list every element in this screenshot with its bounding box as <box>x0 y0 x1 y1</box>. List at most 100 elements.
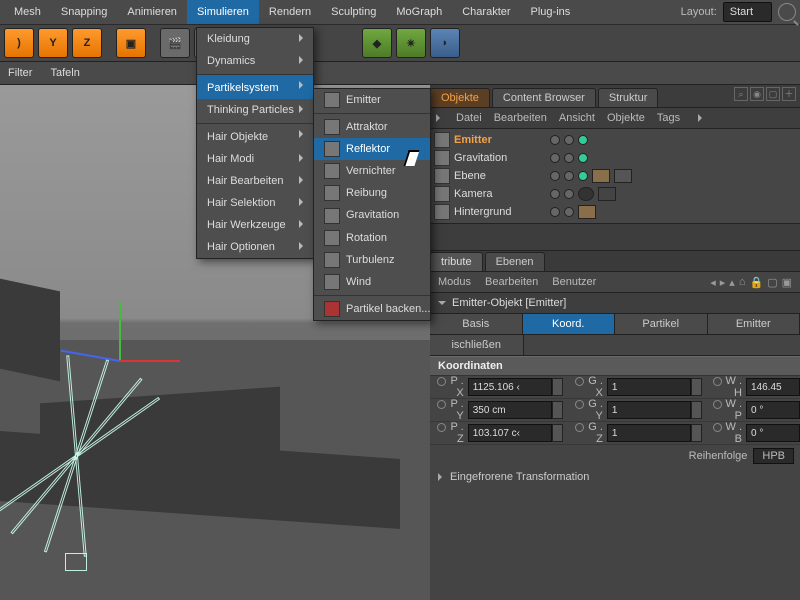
menu-item-thinking-particles[interactable]: Thinking Particles <box>197 99 313 121</box>
attr-menu-modus[interactable]: Modus <box>438 276 471 288</box>
render-dot[interactable] <box>564 135 574 145</box>
maximize-icon[interactable]: ▢ <box>766 87 780 101</box>
object-row-hintergrund[interactable]: Hintergrund <box>434 203 796 221</box>
chevron-right-icon[interactable] <box>692 112 706 124</box>
input-py[interactable] <box>468 401 552 419</box>
om-menu-bearbeiten[interactable]: Bearbeiten <box>494 112 547 124</box>
axis-z-button[interactable]: Z <box>72 28 102 58</box>
visibility-dot[interactable] <box>550 135 560 145</box>
spinner-icon[interactable] <box>552 378 563 396</box>
menu-item-kleidung[interactable]: Kleidung <box>197 28 313 50</box>
render-dot[interactable] <box>564 171 574 181</box>
menu-charakter[interactable]: Charakter <box>452 0 520 24</box>
submenu-wind[interactable]: Wind <box>314 271 430 293</box>
spinner-icon[interactable] <box>691 378 702 396</box>
menu-item-hair-selektion[interactable]: Hair Selektion <box>197 192 313 214</box>
btab-koord[interactable]: Koord. <box>523 314 616 334</box>
tab-ebenen[interactable]: Ebenen <box>485 252 545 271</box>
home-icon[interactable]: ⌂ <box>739 276 746 289</box>
object-row-kamera[interactable]: Kamera <box>434 185 796 203</box>
menu-plugins[interactable]: Plug-ins <box>521 0 581 24</box>
nav-fwd-icon[interactable]: ▸ <box>720 276 726 289</box>
menu-sculpting[interactable]: Sculpting <box>321 0 386 24</box>
enable-dot[interactable] <box>578 135 588 145</box>
submenu-gravitation[interactable]: Gravitation <box>314 204 430 226</box>
menu-simulieren[interactable]: Simulieren <box>187 0 259 24</box>
search-icon[interactable]: ⌕ <box>734 87 748 101</box>
enable-dot[interactable] <box>578 171 588 181</box>
object-name[interactable]: Ebene <box>454 170 546 182</box>
input-gx[interactable] <box>607 378 691 396</box>
btab-basis[interactable]: Basis <box>430 314 523 334</box>
axis-x-button[interactable]: ) <box>4 28 34 58</box>
submenu-turbulenz[interactable]: Turbulenz <box>314 249 430 271</box>
menu-snapping[interactable]: Snapping <box>51 0 118 24</box>
om-menu-objekte[interactable]: Objekte <box>607 112 645 124</box>
nav-up-icon[interactable]: ▴ <box>729 276 735 289</box>
input-gy[interactable] <box>607 401 691 419</box>
protection-tag-icon[interactable] <box>598 187 616 201</box>
eye-icon[interactable]: ◉ <box>750 87 764 101</box>
btab-schliessen[interactable]: ischließen <box>430 335 524 355</box>
layout-select[interactable]: Start <box>723 2 772 22</box>
object-name[interactable]: Kamera <box>454 188 546 200</box>
render-dot[interactable] <box>564 189 574 199</box>
menu-item-hair-werkzeuge[interactable]: Hair Werkzeuge <box>197 214 313 236</box>
visibility-dot[interactable] <box>550 207 560 217</box>
object-row-ebene[interactable]: Ebene <box>434 167 796 185</box>
primitive-icon[interactable]: ◆ <box>362 28 392 58</box>
visibility-dot[interactable] <box>550 189 560 199</box>
menu-mesh[interactable]: Mesh <box>4 0 51 24</box>
enable-dot[interactable] <box>578 153 588 163</box>
attr-menu-benutzer[interactable]: Benutzer <box>552 276 596 288</box>
input-wb[interactable] <box>746 424 800 442</box>
attr-menu-bearbeiten[interactable]: Bearbeiten <box>485 276 538 288</box>
cube-icon[interactable]: ▣ <box>116 28 146 58</box>
search-icon[interactable] <box>778 3 796 21</box>
object-name[interactable]: Gravitation <box>454 152 546 164</box>
tab-attribute[interactable]: tribute <box>430 252 483 271</box>
subbar-filter[interactable]: Filter <box>8 67 32 79</box>
chevron-right-icon[interactable] <box>436 114 444 122</box>
target-tag-icon[interactable] <box>578 187 594 201</box>
submenu-reibung[interactable]: Reibung <box>314 182 430 204</box>
nav-back-icon[interactable]: ◂ <box>710 276 716 289</box>
axis-y-button[interactable]: Y <box>38 28 68 58</box>
spline-icon[interactable]: ✴ <box>396 28 426 58</box>
spinner-icon[interactable] <box>691 401 702 419</box>
menu-item-partikelsystem[interactable]: Partikelsystem <box>197 74 313 99</box>
deformer-icon[interactable]: ◗ <box>430 28 460 58</box>
menu-mograph[interactable]: MoGraph <box>386 0 452 24</box>
clapper-icon[interactable]: 🎬 <box>160 28 190 58</box>
om-menu-tags[interactable]: Tags <box>657 112 680 124</box>
maximize-icon[interactable]: ▣ <box>782 276 792 289</box>
submenu-emitter[interactable]: Emitter <box>314 89 430 111</box>
tab-struktur[interactable]: Struktur <box>598 88 659 107</box>
submenu-attraktor[interactable]: Attraktor <box>314 113 430 138</box>
menu-item-hair-objekte[interactable]: Hair Objekte <box>197 123 313 148</box>
spinner-icon[interactable] <box>552 401 563 419</box>
object-name[interactable]: Emitter <box>454 134 546 146</box>
om-menu-datei[interactable]: Datei <box>456 112 482 124</box>
texture-tag-icon[interactable] <box>592 169 610 183</box>
tab-objekte[interactable]: Objekte <box>430 88 490 107</box>
object-name[interactable]: Hintergrund <box>454 206 546 218</box>
render-dot[interactable] <box>564 153 574 163</box>
visibility-dot[interactable] <box>550 171 560 181</box>
menu-item-hair-optionen[interactable]: Hair Optionen <box>197 236 313 258</box>
submenu-rotation[interactable]: Rotation <box>314 227 430 249</box>
render-dot[interactable] <box>564 207 574 217</box>
submenu-partikel-backen[interactable]: Partikel backen... <box>314 295 430 320</box>
menu-rendern[interactable]: Rendern <box>259 0 321 24</box>
object-row-emitter[interactable]: Emitter <box>434 131 796 149</box>
menu-item-hair-modi[interactable]: Hair Modi <box>197 148 313 170</box>
spinner-icon[interactable] <box>552 424 563 442</box>
menu-animieren[interactable]: Animieren <box>117 0 187 24</box>
menu-item-dynamics[interactable]: Dynamics <box>197 50 313 72</box>
menu-item-hair-bearbeiten[interactable]: Hair Bearbeiten <box>197 170 313 192</box>
frozen-transform-toggle[interactable]: Eingefrorene Transformation <box>430 467 800 487</box>
input-wp[interactable] <box>746 401 800 419</box>
visibility-dot[interactable] <box>550 153 560 163</box>
input-pz[interactable] <box>468 424 552 442</box>
input-wh[interactable] <box>746 378 800 396</box>
